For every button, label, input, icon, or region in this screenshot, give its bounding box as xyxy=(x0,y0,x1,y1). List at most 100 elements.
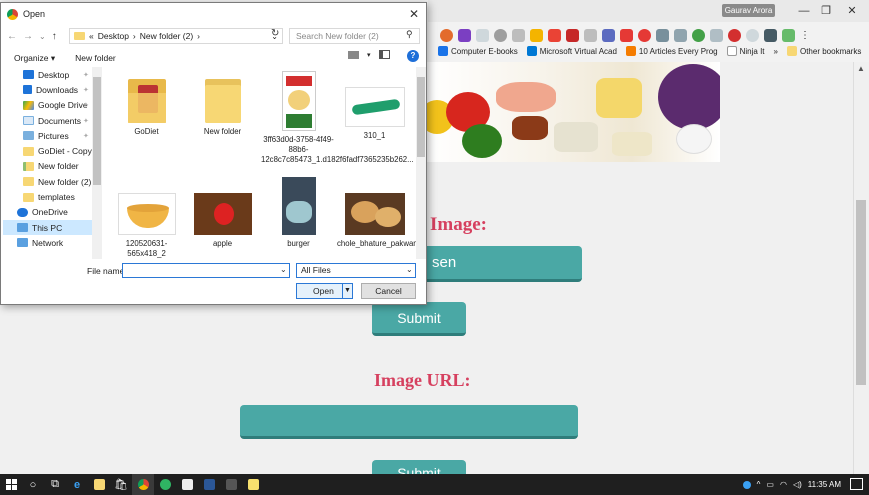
start-button[interactable] xyxy=(0,474,22,495)
breadcrumb[interactable]: « Desktop › New folder (2) › ⌄ xyxy=(69,28,283,44)
cancel-button[interactable]: Cancel xyxy=(361,283,416,299)
sidebar-item-new-folder-2[interactable]: New folder (2) xyxy=(3,174,92,189)
file-item[interactable]: New folder xyxy=(185,75,260,137)
restore-button[interactable]: ❐ xyxy=(814,3,838,19)
image-url-input[interactable] xyxy=(240,405,578,439)
chevron-down-icon[interactable]: ▾ xyxy=(367,51,371,59)
extension-icon[interactable] xyxy=(674,28,687,42)
search-icon[interactable]: ⚲ xyxy=(406,29,413,40)
file-list-scroll-thumb[interactable] xyxy=(417,77,425,157)
word-icon[interactable] xyxy=(198,474,220,495)
sidebar-item-templates[interactable]: templates xyxy=(3,189,92,204)
preview-pane-icon[interactable] xyxy=(378,50,390,59)
breadcrumb-separator[interactable]: › xyxy=(133,31,136,41)
store-icon[interactable]: 🛍 xyxy=(110,474,132,495)
extension-icon[interactable] xyxy=(710,28,723,42)
sidebar-item-network[interactable]: Network xyxy=(3,235,92,250)
extension-icon[interactable] xyxy=(620,28,633,42)
clock[interactable]: 11:35 AM xyxy=(808,480,841,489)
sidebar-item-documents[interactable]: Documents ✦ xyxy=(3,113,92,128)
extension-icon[interactable] xyxy=(548,28,561,42)
sidebar-item-onedrive[interactable]: OneDrive xyxy=(3,205,92,220)
extension-icon[interactable] xyxy=(512,28,525,42)
sidebar-item-desktop[interactable]: Desktop ✦ xyxy=(3,67,92,82)
file-item[interactable]: 310_1 xyxy=(337,87,412,141)
help-icon[interactable]: ? xyxy=(407,50,419,62)
sidebar-item-google-drive[interactable]: Google Drive ✦ xyxy=(3,98,92,113)
search-icon[interactable]: ○ xyxy=(22,474,44,495)
extension-icon[interactable] xyxy=(494,28,507,42)
bookmark[interactable]: Computer E-books xyxy=(438,46,518,56)
chevron-down-icon[interactable]: ⌄ xyxy=(406,265,413,274)
file-item[interactable]: apple xyxy=(185,193,260,249)
nav-pane-scroll-thumb[interactable] xyxy=(93,77,101,185)
refresh-icon[interactable]: ↻ xyxy=(271,28,279,39)
scroll-up-arrow-icon[interactable]: ▲ xyxy=(857,64,865,73)
sidebar-item-new-folder[interactable]: New folder xyxy=(3,159,92,174)
change-view-icon[interactable] xyxy=(348,50,359,59)
breadcrumb-separator[interactable]: › xyxy=(197,31,200,41)
file-item[interactable]: GoDiet xyxy=(109,75,184,137)
file-name-input[interactable] xyxy=(122,263,290,278)
minimize-button[interactable]: — xyxy=(792,3,816,19)
extension-icon[interactable] xyxy=(656,28,669,42)
search-input[interactable]: Search New folder (2) xyxy=(289,28,420,44)
notifications-icon[interactable] xyxy=(850,478,863,490)
breadcrumb-item-new-folder-2[interactable]: New folder (2) xyxy=(140,31,193,41)
page-scroll-thumb[interactable] xyxy=(856,200,866,385)
opera-icon[interactable] xyxy=(638,28,651,42)
chat-icon[interactable] xyxy=(154,474,176,495)
chevron-up-icon[interactable]: ^ xyxy=(757,480,761,489)
battery-icon[interactable]: ▭ xyxy=(766,480,774,489)
bookmark[interactable]: Microsoft Virtual Acad xyxy=(526,46,617,56)
sidebar-item-this-pc[interactable]: This PC xyxy=(3,219,92,236)
wifi-icon[interactable]: ◠ xyxy=(780,480,787,489)
bookmark[interactable]: 10 Articles Every Prog xyxy=(625,46,718,56)
extension-icon[interactable] xyxy=(476,28,489,42)
extension-icon[interactable] xyxy=(782,28,795,42)
extension-icon[interactable] xyxy=(530,28,543,42)
notes-icon[interactable] xyxy=(242,474,264,495)
tray-app-icon[interactable] xyxy=(742,480,751,489)
close-window-button[interactable]: ✕ xyxy=(840,3,864,19)
extension-icon[interactable] xyxy=(692,28,705,42)
adblock-icon[interactable] xyxy=(728,28,741,42)
choose-file-button[interactable]: sen xyxy=(420,246,582,282)
recent-locations-icon[interactable]: ⌄ xyxy=(39,32,46,41)
extension-icon[interactable] xyxy=(440,28,453,42)
profile-badge[interactable]: Gaurav Arora xyxy=(722,4,775,17)
chevron-down-icon[interactable]: ⌄ xyxy=(280,265,287,274)
extension-icon[interactable] xyxy=(584,28,597,42)
submit-url-button[interactable]: Submit xyxy=(372,460,466,474)
extension-icon[interactable] xyxy=(458,28,471,42)
bookmark[interactable]: Other bookmarks xyxy=(786,46,861,56)
sidebar-item-godiet-copy[interactable]: GoDiet - Copy xyxy=(3,143,92,158)
file-explorer-icon[interactable] xyxy=(88,474,110,495)
sidebar-item-pictures[interactable]: Pictures ✦ xyxy=(3,128,92,143)
app-icon[interactable] xyxy=(220,474,242,495)
volume-icon[interactable]: ◁) xyxy=(793,480,802,489)
bookmarks-overflow[interactable]: » xyxy=(774,47,778,56)
dialog-close-button[interactable]: ✕ xyxy=(405,6,423,22)
open-dropdown-arrow-icon[interactable]: ▼ xyxy=(342,284,352,298)
extension-icon[interactable] xyxy=(602,28,615,42)
file-item[interactable]: 120520631-565x418_2 xyxy=(109,193,184,259)
extension-icon[interactable] xyxy=(746,28,759,42)
breadcrumb-overflow[interactable]: « xyxy=(89,31,94,41)
sidebar-item-downloads[interactable]: Downloads ✦ xyxy=(3,82,92,97)
chrome-icon[interactable] xyxy=(132,474,154,495)
file-type-select[interactable]: All Files xyxy=(296,263,416,278)
file-item[interactable]: burger xyxy=(261,177,336,249)
app-icon[interactable] xyxy=(176,474,198,495)
file-item[interactable]: chole_bhature_pakwan_520_070815 xyxy=(337,193,417,249)
forward-arrow-icon[interactable]: → xyxy=(23,31,33,42)
submit-image-button[interactable]: Submit xyxy=(372,302,466,336)
menu-icon[interactable]: ⋮ xyxy=(800,30,810,41)
breadcrumb-item-desktop[interactable]: Desktop xyxy=(98,31,129,41)
extension-icon[interactable] xyxy=(764,28,777,42)
edge-icon[interactable]: e xyxy=(66,474,88,495)
new-folder-button[interactable]: New folder xyxy=(75,53,116,63)
gmail-icon[interactable] xyxy=(566,28,579,42)
up-arrow-icon[interactable]: ↑ xyxy=(52,31,57,42)
file-item[interactable]: 3ff63d0d-3758-4f49-88b6-12c8c7c85473_1.d… xyxy=(261,71,414,165)
